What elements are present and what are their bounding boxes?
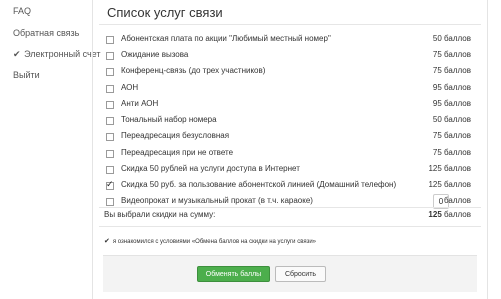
service-label: Переадресация при не ответе <box>121 148 234 157</box>
sidebar: FAQ Обратная связь ✔ Электронный счет Вы… <box>0 0 101 299</box>
service-checkbox[interactable] <box>106 166 114 174</box>
service-checkbox[interactable] <box>106 198 114 206</box>
service-label: Переадресация безусловная <box>121 131 230 140</box>
service-label: Ожидание вызова <box>121 50 189 59</box>
summary-unit: баллов <box>444 210 471 219</box>
service-price: баллов <box>444 196 471 205</box>
sidebar-item-label: FAQ <box>13 6 32 16</box>
service-row: АОН 95 баллов <box>103 81 477 97</box>
sidebar-item-feedback[interactable]: Обратная связь <box>13 28 79 38</box>
service-checkbox[interactable] <box>106 85 114 93</box>
service-row: Ожидание вызова 75 баллов <box>103 48 477 64</box>
reset-button[interactable]: Сбросить <box>275 266 326 282</box>
service-price: 75 баллов <box>432 148 471 157</box>
service-checkbox[interactable] <box>106 150 114 158</box>
service-row: Скидка 50 рублей на услуги доступа в Инт… <box>103 162 477 178</box>
service-checkbox[interactable] <box>106 133 114 141</box>
service-checkbox[interactable] <box>106 179 114 190</box>
divider <box>99 207 481 208</box>
service-checkbox[interactable] <box>106 36 114 44</box>
service-row: Скидка 50 руб. за пользование абонентско… <box>103 178 477 194</box>
service-label: Анти АОН <box>121 99 159 108</box>
sidebar-item-logout[interactable]: Выйти <box>13 70 40 80</box>
service-price: 50 баллов <box>432 34 471 43</box>
sidebar-item-label: Выйти <box>13 70 40 80</box>
sidebar-item-faq[interactable]: FAQ <box>13 6 31 16</box>
service-row: Абонентская плата по акции "Любимый мест… <box>103 32 477 48</box>
service-label: АОН <box>121 83 139 92</box>
form-footer: Обменять баллы Сбросить <box>103 255 477 292</box>
check-icon: ✔ <box>104 238 110 245</box>
divider <box>99 24 481 25</box>
service-label: Абонентская плата по акции "Любимый мест… <box>121 34 331 43</box>
service-price: 75 баллов <box>432 50 471 59</box>
service-checkbox[interactable] <box>106 52 114 60</box>
divider <box>99 226 481 227</box>
sidebar-item-e-bill[interactable]: ✔ Электронный счет <box>13 49 101 60</box>
exchange-points-button[interactable]: Обменять баллы <box>197 266 270 282</box>
service-label: Скидка 50 рублей на услуги доступа в Инт… <box>121 164 300 173</box>
service-price: 50 баллов <box>432 115 471 124</box>
agreement-checkbox[interactable]: ✔ я ознакомился с условиями «Обмена балло… <box>104 237 316 245</box>
service-price: 75 баллов <box>432 131 471 140</box>
service-price: 95 баллов <box>432 83 471 92</box>
service-label: Конференц-связь (до трех участников) <box>121 66 266 75</box>
agreement-text: я ознакомился с условиями «Обмена баллов… <box>112 239 317 245</box>
sidebar-item-label: Обратная связь <box>13 28 80 38</box>
service-row: Переадресация при не ответе 75 баллов <box>103 146 477 162</box>
service-checkbox[interactable] <box>106 117 114 125</box>
summary-value: 125 баллов <box>428 210 471 219</box>
service-row: Переадресация безусловная 75 баллов <box>103 129 477 145</box>
check-icon: ✔ <box>13 49 21 59</box>
service-label: Тональный набор номера <box>121 115 217 124</box>
service-checkbox[interactable] <box>106 101 114 109</box>
summary-amount: 125 <box>428 210 442 219</box>
service-price: 125 баллов <box>428 180 471 189</box>
service-price: 95 баллов <box>432 99 471 108</box>
service-row: Анти АОН 95 баллов <box>103 97 477 113</box>
service-row: Тональный набор номера 50 баллов <box>103 113 477 129</box>
sidebar-item-label: Электронный счет <box>24 49 101 59</box>
service-label: Видеопрокат и музыкальный прокат (в т.ч.… <box>121 196 313 205</box>
service-checkbox[interactable] <box>106 68 114 76</box>
summary-label: Вы выбрали скидки на сумму: <box>104 210 216 219</box>
page-title: Список услуг связи <box>107 5 223 20</box>
service-label: Скидка 50 руб. за пользование абонентско… <box>121 180 397 189</box>
services-panel: Список услуг связи Абонентская плата по … <box>92 0 488 299</box>
service-row: Конференц-связь (до трех участников) 75 … <box>103 64 477 80</box>
service-price: 125 баллов <box>428 164 471 173</box>
service-price: 75 баллов <box>432 66 471 75</box>
